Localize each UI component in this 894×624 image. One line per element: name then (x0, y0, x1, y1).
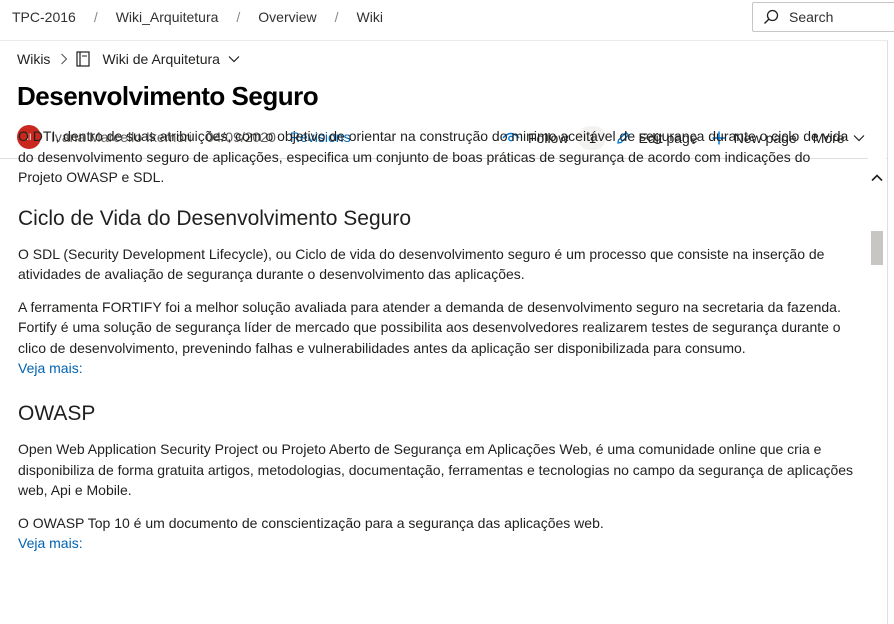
vertical-scrollbar[interactable] (868, 158, 886, 624)
breadcrumb: TPC-2016 / Wiki_Arquitetura / Overview /… (12, 0, 383, 34)
breadcrumb-item-wiki[interactable]: Wiki (357, 9, 383, 25)
chevron-right-icon (61, 53, 68, 65)
scroll-up-button[interactable] (868, 170, 886, 186)
search-box[interactable]: Search (752, 2, 894, 32)
scroll-thumb[interactable] (871, 231, 883, 265)
breadcrumb-item-repo[interactable]: Wiki_Arquitetura (116, 9, 219, 25)
breadcrumb-item-overview[interactable]: Overview (258, 9, 316, 25)
owasp-paragraph: Open Web Application Security Project ou… (18, 441, 854, 498)
breadcrumb-separator: / (93, 9, 98, 25)
sdl-paragraph: O SDL (Security Development Lifecycle), … (18, 245, 825, 283)
chevron-down-icon[interactable] (228, 55, 240, 63)
search-icon (764, 9, 779, 24)
breadcrumb-item-project[interactable]: TPC-2016 (12, 9, 76, 25)
veja-mais-link-sdl[interactable]: Veja mais: (18, 358, 856, 378)
wiki-root-link[interactable]: Wikis (17, 51, 50, 67)
search-label: Search (789, 9, 834, 25)
owasp-top10-paragraph: O OWASP Top 10 é um documento de conscie… (18, 514, 604, 531)
section-heading-owasp: OWASP (18, 402, 96, 425)
page-title: Desenvolvimento Seguro (17, 81, 319, 111)
intro-paragraph: O DTI, dentro de suas atribuições, com o… (18, 128, 849, 185)
breadcrumb-separator: / (334, 9, 339, 25)
breadcrumb-separator: / (236, 9, 241, 25)
wiki-selector-label[interactable]: Wiki de Arquitetura (102, 51, 220, 67)
section-heading-ciclo: Ciclo de Vida do Desenvolvimento Seguro (18, 206, 412, 230)
top-bar: TPC-2016 / Wiki_Arquitetura / Overview /… (0, 0, 894, 40)
fortify-paragraph: A ferramenta FORTIFY foi a melhor soluçã… (18, 298, 841, 356)
chevron-up-icon (871, 174, 883, 182)
wiki-book-icon (76, 51, 91, 67)
veja-mais-link-owasp[interactable]: Veja mais: (18, 533, 856, 553)
wiki-breadcrumb: Wikis Wiki de Arquitetura (17, 51, 240, 67)
page-content: O DTI, dentro de suas atribuições, com o… (18, 126, 856, 553)
